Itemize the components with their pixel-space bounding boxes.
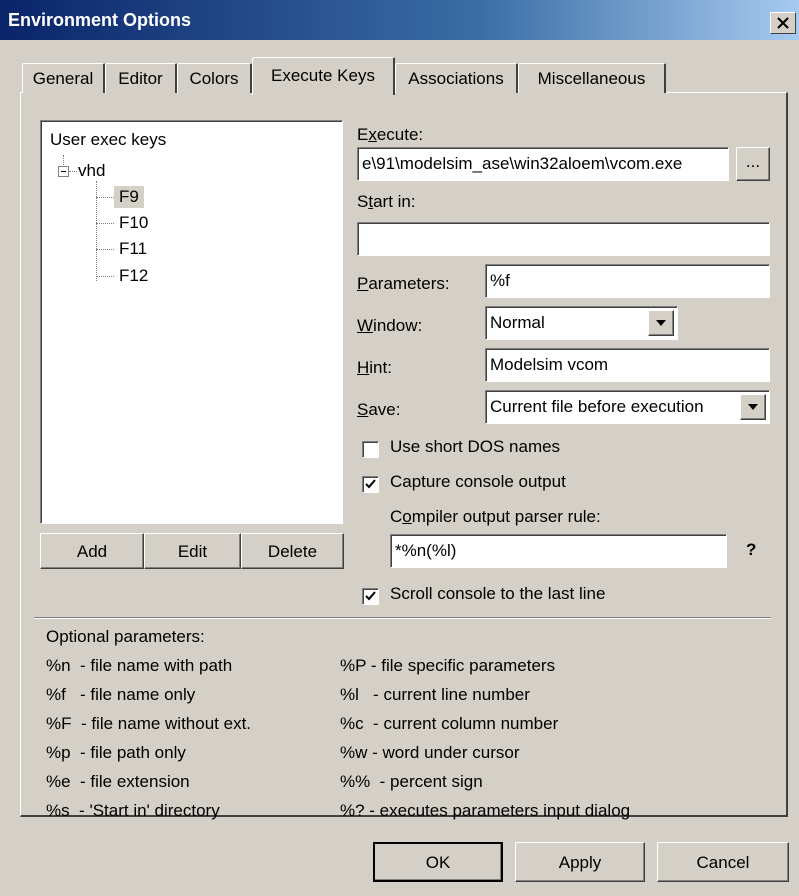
tab-execute-keys[interactable]: Execute Keys: [252, 57, 395, 95]
add-button[interactable]: Add: [40, 533, 144, 569]
hint-label: Hint:: [357, 358, 392, 377]
parser-rule-label: Compiler output parser rule:: [390, 507, 601, 526]
window-title: Environment Options: [8, 10, 192, 30]
optional-param-right: %P - file specific parameters: [340, 656, 556, 675]
window-dropdown-button[interactable]: [648, 310, 674, 336]
optional-param-left: %s - 'Start in' directory: [46, 801, 220, 820]
start-in-label: Start in:: [357, 192, 416, 211]
tab-colors[interactable]: Colors: [177, 63, 252, 93]
optional-param-right: %? - executes parameters input dialog: [340, 801, 631, 820]
cancel-button[interactable]: Cancel: [657, 842, 789, 882]
tab-miscellaneous[interactable]: Miscellaneous: [518, 63, 666, 93]
tab-editor[interactable]: Editor: [105, 63, 177, 93]
capture-output-label: Capture console output: [390, 472, 566, 491]
tree-key-f9[interactable]: F9: [114, 186, 144, 208]
chevron-down-icon: [656, 320, 666, 326]
optional-heading: Optional parameters:: [46, 627, 205, 646]
window-select-value: Normal: [490, 313, 545, 332]
save-select-value: Current file before execution: [490, 397, 704, 416]
hint-input[interactable]: Modelsim vcom: [485, 348, 770, 382]
optional-param-left: %n - file name with path: [46, 656, 233, 675]
chevron-down-icon: [748, 404, 758, 410]
close-button[interactable]: [770, 12, 796, 34]
optional-param-right: %w - word under cursor: [340, 743, 520, 762]
short-dos-label: Use short DOS names: [390, 437, 561, 456]
capture-output-checkbox[interactable]: [362, 476, 379, 493]
optional-param-left: %e - file extension: [46, 772, 190, 791]
parameters-label: Parameters:: [357, 274, 450, 293]
parser-help-button[interactable]: ?: [746, 540, 756, 560]
edit-button[interactable]: Edit: [144, 533, 241, 569]
optional-param-right: %% - percent sign: [340, 772, 483, 791]
collapse-icon[interactable]: [58, 166, 69, 177]
ok-button[interactable]: OK: [373, 842, 503, 882]
tree-key-f12[interactable]: F12: [119, 266, 148, 286]
save-select[interactable]: Current file before execution: [485, 390, 770, 424]
close-icon: [777, 17, 789, 29]
optional-param-right: %c - current column number: [340, 714, 559, 733]
save-dropdown-button[interactable]: [740, 394, 766, 420]
window-select[interactable]: Normal: [485, 306, 678, 340]
save-label: Save:: [357, 400, 401, 419]
execute-label: Execute:: [357, 125, 424, 144]
delete-button[interactable]: Delete: [241, 533, 344, 569]
tree-key-f10[interactable]: F10: [119, 213, 148, 233]
optional-param-left: %F - file name without ext.: [46, 714, 252, 733]
checkmark-icon: [365, 479, 376, 489]
tree-group-vhd[interactable]: vhd: [78, 161, 105, 181]
tab-general[interactable]: General: [22, 63, 105, 93]
browse-button[interactable]: ...: [736, 147, 770, 181]
tree-root[interactable]: User exec keys: [50, 130, 166, 150]
scroll-console-checkbox[interactable]: [362, 588, 379, 605]
start-in-input[interactable]: [357, 222, 770, 256]
optional-param-left: %f - file name only: [46, 685, 196, 704]
optional-param-right: %l - current line number: [340, 685, 530, 704]
scroll-console-label: Scroll console to the last line: [390, 584, 606, 603]
parser-rule-input[interactable]: *%n(%l): [390, 534, 727, 568]
separator: [34, 617, 771, 619]
short-dos-checkbox[interactable]: [362, 441, 379, 458]
exec-keys-tree[interactable]: User exec keys vhd F9 F10 F11 F12: [40, 120, 343, 524]
apply-button[interactable]: Apply: [515, 842, 645, 882]
execute-path-input[interactable]: e\91\modelsim_ase\win32aloem\vcom.exe: [357, 147, 729, 181]
tab-associations[interactable]: Associations: [395, 63, 518, 93]
tree-key-f11[interactable]: F11: [119, 239, 147, 259]
parameters-input[interactable]: %f: [485, 264, 770, 298]
window-label: Window:: [357, 316, 423, 335]
optional-param-left: %p - file path only: [46, 743, 186, 762]
checkmark-icon: [365, 591, 376, 601]
